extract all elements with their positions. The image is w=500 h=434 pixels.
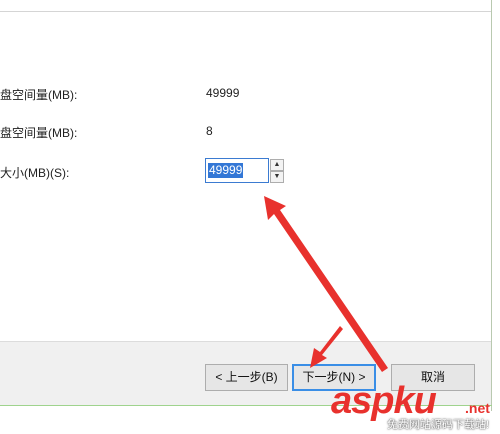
watermark-tld: .net: [465, 400, 490, 416]
spin-up-button[interactable]: ▲: [270, 159, 284, 171]
max-disk-space-label: 盘空间量(MB):: [0, 88, 78, 102]
back-button[interactable]: < 上一步(B): [205, 364, 288, 391]
window-edge-right: [491, 0, 492, 411]
header-divider: [0, 0, 492, 12]
min-disk-space-label: 盘空间量(MB):: [0, 126, 78, 140]
volume-wizard-dialog: 盘空间量(MB): 49999 盘空间量(MB): 8 大小(MB)(S): 4…: [0, 0, 500, 434]
site-watermark: aspku .net 免费网站源码下载站!: [327, 380, 497, 432]
triangle-down-icon: ▼: [273, 173, 281, 180]
max-disk-space-value: 49999: [206, 86, 240, 100]
volume-size-label: 大小(MB)(S):: [0, 166, 70, 180]
spin-down-button[interactable]: ▼: [270, 171, 284, 183]
triangle-up-icon: ▲: [273, 161, 281, 168]
min-disk-space-value: 8: [206, 124, 213, 138]
volume-size-selected-text: 49999: [208, 163, 244, 178]
watermark-subtitle: 免费网站源码下载站!: [387, 419, 490, 431]
